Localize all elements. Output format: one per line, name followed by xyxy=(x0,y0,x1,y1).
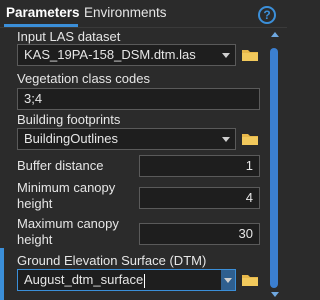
input-las-dropdown[interactable]: KAS_19PA-158_DSM.dtm.las xyxy=(17,44,236,66)
veg-codes-label: Vegetation class codes xyxy=(17,71,150,86)
folder-icon[interactable] xyxy=(241,48,259,62)
scroll-down-arrow-icon[interactable] xyxy=(271,292,279,297)
help-icon[interactable]: ? xyxy=(258,6,276,24)
tab-environments[interactable]: Environments xyxy=(84,4,167,22)
tab-bar: Parameters Environments ? xyxy=(0,0,287,27)
min-canopy-label: Minimum canopy height xyxy=(17,180,116,211)
parameters-panel: Input LAS dataset KAS_19PA-158_DSM.dtm.l… xyxy=(0,28,266,300)
max-canopy-input[interactable]: 30 xyxy=(139,223,260,245)
ground-surface-dropdown[interactable]: August_dtm_surface xyxy=(17,269,236,291)
ground-surface-label: Ground Elevation Surface (DTM) xyxy=(17,253,207,268)
building-footprints-value: BuildingOutlines xyxy=(24,131,118,146)
buffer-distance-input[interactable]: 1 xyxy=(139,155,260,177)
veg-codes-value: 3;4 xyxy=(24,91,43,106)
chevron-down-icon xyxy=(222,53,230,58)
folder-icon[interactable] xyxy=(241,132,259,146)
building-footprints-label: Building footprints xyxy=(17,112,121,127)
dropdown-button[interactable] xyxy=(221,270,235,290)
max-canopy-label: Maximum canopy height xyxy=(17,216,119,247)
buffer-distance-label: Buffer distance xyxy=(17,158,104,173)
min-canopy-input[interactable]: 4 xyxy=(139,187,260,209)
chevron-down-icon xyxy=(224,278,232,283)
active-parameter-indicator xyxy=(0,248,4,300)
building-footprints-dropdown[interactable]: BuildingOutlines xyxy=(17,128,236,150)
input-las-value: KAS_19PA-158_DSM.dtm.las xyxy=(24,47,196,62)
veg-codes-input[interactable]: 3;4 xyxy=(17,88,260,110)
tab-parameters[interactable]: Parameters xyxy=(6,4,80,22)
folder-icon[interactable] xyxy=(241,273,259,287)
input-las-label: Input LAS dataset xyxy=(17,29,121,44)
ground-surface-value: August_dtm_surface xyxy=(24,272,144,287)
scrollbar-thumb[interactable] xyxy=(270,48,278,288)
scroll-up-arrow-icon[interactable] xyxy=(271,32,279,37)
text-cursor xyxy=(144,273,146,288)
chevron-down-icon xyxy=(222,137,230,142)
